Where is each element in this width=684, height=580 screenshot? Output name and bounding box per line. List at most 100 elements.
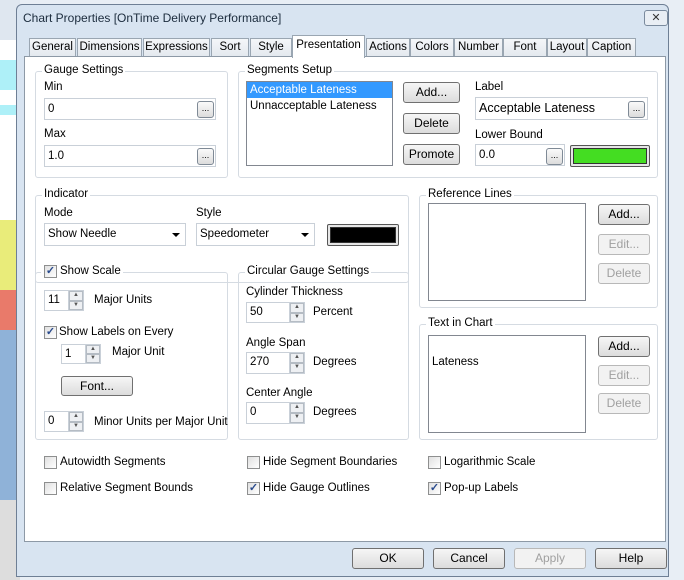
segment-label-input[interactable]: Acceptable Lateness — [475, 97, 648, 120]
show-labels-checkbox[interactable]: ✓ — [44, 326, 57, 339]
minor-units-label: Minor Units per Major Unit — [94, 416, 228, 428]
degrees-label: Degrees — [313, 406, 357, 418]
spin-up-icon[interactable]: ▲ — [290, 353, 304, 363]
logarithmic-scale-checkbox[interactable] — [428, 456, 441, 469]
max-label: Max — [44, 128, 66, 140]
cylinder-thickness-spinner[interactable]: 50 ▲ ▼ — [246, 302, 305, 323]
show-labels-label: Show Labels on Every — [59, 326, 174, 338]
tab-layout[interactable]: Layout — [547, 38, 587, 57]
segment-color-swatch — [573, 148, 647, 164]
hide-segment-boundaries-checkbox[interactable] — [247, 456, 260, 469]
segment-item[interactable]: Acceptable Lateness — [247, 82, 392, 98]
ok-button[interactable]: OK — [352, 548, 424, 569]
min-label: Min — [44, 81, 63, 93]
segment-item[interactable]: Unnacceptable Lateness — [247, 98, 392, 114]
tab-dimensions[interactable]: Dimensions — [77, 38, 142, 57]
tab-number[interactable]: Number — [454, 38, 503, 57]
hide-gauge-outlines-checkbox[interactable]: ✓ — [247, 482, 260, 495]
reference-lines-list[interactable] — [428, 203, 586, 301]
delete-text-button[interactable]: Delete — [598, 393, 650, 414]
dialog-title: Chart Properties [OnTime Delivery Perfor… — [23, 11, 282, 25]
spin-up-icon[interactable]: ▲ — [290, 403, 304, 413]
label-every-value: 1 — [65, 348, 72, 360]
segment-label-expression-button[interactable]: ... — [628, 101, 645, 118]
angle-span-spinner[interactable]: 270 ▲ ▼ — [246, 352, 305, 374]
delete-segment-button[interactable]: Delete — [403, 113, 460, 134]
lower-bound-expression-button[interactable]: ... — [546, 148, 563, 165]
text-in-chart-item[interactable]: Lateness — [429, 354, 585, 370]
close-button[interactable]: ✕ — [644, 10, 668, 26]
tab-sort[interactable]: Sort — [211, 38, 249, 57]
show-scale-checkbox[interactable]: ✓ — [44, 265, 57, 278]
delete-reference-line-button[interactable]: Delete — [598, 263, 650, 284]
popup-labels-label: Pop-up Labels — [444, 482, 519, 494]
spin-down-icon[interactable]: ▼ — [290, 413, 304, 423]
spin-down-icon[interactable]: ▼ — [69, 421, 83, 431]
indicator-color-button[interactable] — [327, 224, 399, 246]
spin-up-icon[interactable]: ▲ — [86, 345, 100, 354]
tab-font[interactable]: Font — [503, 38, 547, 57]
min-expression-button[interactable]: ... — [197, 101, 214, 118]
mode-value: Show Needle — [48, 228, 117, 240]
label-every-spinner[interactable]: 1 ▲ ▼ — [61, 344, 101, 364]
angle-span-value: 270 — [250, 356, 270, 368]
max-expression-button[interactable]: ... — [197, 148, 214, 165]
major-units-spinner[interactable]: 11 ▲ ▼ — [44, 290, 84, 311]
cylinder-thickness-label: Cylinder Thickness — [246, 286, 343, 298]
degrees-label: Degrees — [313, 356, 357, 368]
min-input[interactable]: 0 — [44, 98, 216, 120]
group-title: Reference Lines — [426, 188, 514, 200]
chevron-down-icon — [172, 233, 180, 237]
relative-segment-bounds-checkbox[interactable] — [44, 482, 57, 495]
style-value: Speedometer — [200, 228, 270, 240]
spin-down-icon[interactable]: ▼ — [290, 312, 304, 322]
tab-presentation[interactable]: Presentation — [292, 35, 365, 58]
tab-style[interactable]: Style — [250, 38, 292, 57]
cancel-button[interactable]: Cancel — [433, 548, 505, 569]
show-scale-label: Show Scale — [60, 265, 121, 277]
hide-gauge-outlines-label: Hide Gauge Outlines — [263, 482, 370, 494]
add-segment-button[interactable]: Add... — [403, 82, 460, 103]
spin-up-icon[interactable]: ▲ — [290, 303, 304, 313]
group-title: Circular Gauge Settings — [245, 265, 372, 277]
font-button[interactable]: Font... — [61, 376, 133, 396]
tab-actions[interactable]: Actions — [366, 38, 410, 57]
group-title: Gauge Settings — [42, 64, 126, 76]
group-title: Indicator — [42, 188, 91, 200]
promote-segment-button[interactable]: Promote — [403, 144, 460, 165]
spin-down-icon[interactable]: ▼ — [290, 363, 304, 373]
minor-units-value: 0 — [48, 415, 55, 427]
major-units-label: Major Units — [94, 294, 153, 306]
center-angle-spinner[interactable]: 0 ▲ ▼ — [246, 402, 305, 424]
spin-down-icon[interactable]: ▼ — [86, 354, 100, 363]
text-in-chart-list[interactable]: Lateness — [428, 335, 586, 433]
spin-up-icon[interactable]: ▲ — [69, 291, 83, 301]
indicator-color-swatch — [330, 227, 396, 243]
edit-reference-line-button[interactable]: Edit... — [598, 234, 650, 255]
center-angle-label: Center Angle — [246, 387, 313, 399]
style-select[interactable]: Speedometer — [196, 223, 315, 246]
apply-button[interactable]: Apply — [514, 548, 586, 569]
segment-color-button[interactable] — [570, 145, 650, 167]
tab-expressions[interactable]: Expressions — [143, 38, 210, 57]
mode-label: Mode — [44, 207, 73, 219]
add-text-button[interactable]: Add... — [598, 336, 650, 357]
spin-up-icon[interactable]: ▲ — [69, 412, 83, 422]
major-units-value: 11 — [48, 294, 60, 306]
segments-list[interactable]: Acceptable Lateness Unnacceptable Latene… — [246, 81, 393, 166]
spin-down-icon[interactable]: ▼ — [69, 300, 83, 310]
popup-labels-checkbox[interactable]: ✓ — [428, 482, 441, 495]
add-reference-line-button[interactable]: Add... — [598, 204, 650, 225]
relative-segment-bounds-label: Relative Segment Bounds — [60, 482, 193, 494]
tab-colors[interactable]: Colors — [410, 38, 454, 57]
minor-units-spinner[interactable]: 0 ▲ ▼ — [44, 411, 84, 432]
mode-select[interactable]: Show Needle — [44, 223, 186, 246]
max-input[interactable]: 1.0 — [44, 145, 216, 167]
help-button[interactable]: Help — [595, 548, 667, 569]
logarithmic-scale-label: Logarithmic Scale — [444, 456, 536, 468]
autowidth-segments-checkbox[interactable] — [44, 456, 57, 469]
tab-caption[interactable]: Caption — [587, 38, 636, 57]
tab-general[interactable]: General — [29, 38, 76, 57]
edit-text-button[interactable]: Edit... — [598, 365, 650, 386]
autowidth-segments-label: Autowidth Segments — [60, 456, 166, 468]
